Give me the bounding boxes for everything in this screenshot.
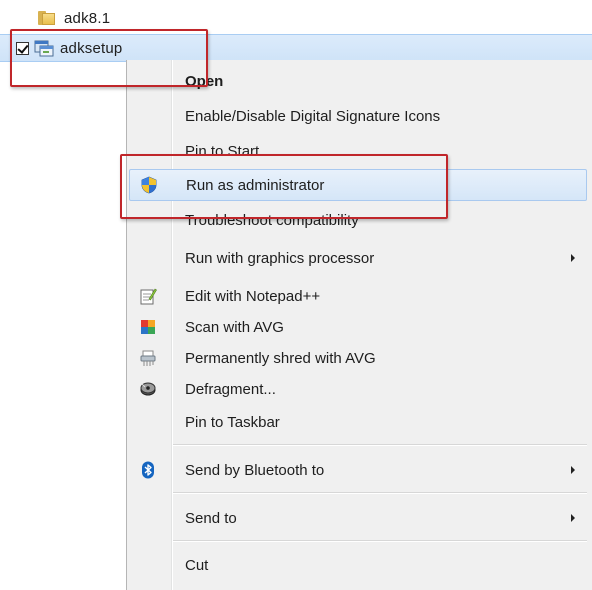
file-name: adk8.1 (64, 9, 111, 27)
menu-item-cut[interactable]: Cut (129, 549, 587, 581)
menu-item-troubleshoot-compatibility[interactable]: Troubleshoot compatibility (129, 204, 587, 236)
avg-icon (139, 318, 157, 336)
menu-item-scan-with-avg[interactable]: Scan with AVG (129, 311, 587, 343)
menu-item-label: Send by Bluetooth to (185, 461, 325, 479)
menu-item-run-with-graphics-processor[interactable]: Run with graphics processor (129, 242, 587, 274)
menu-item-permanently-shred-with-avg[interactable]: Permanently shred with AVG (129, 342, 587, 374)
menu-item-label: Defragment... (185, 380, 276, 398)
menu-item-send-to[interactable]: Send to (129, 502, 587, 534)
menu-item-label: Run as administrator (186, 176, 325, 194)
context-menu: Open Enable/Disable Digital Signature Ic… (126, 60, 592, 590)
notepad-plus-plus-icon (139, 287, 157, 305)
menu-item-digital-signature-icons[interactable]: Enable/Disable Digital Signature Icons (129, 100, 587, 132)
menu-item-label: Cut (185, 556, 209, 574)
file-name: adksetup (60, 39, 123, 57)
menu-item-pin-to-start[interactable]: Pin to Start (129, 135, 587, 167)
menu-item-label: Permanently shred with AVG (185, 349, 376, 367)
shredder-icon (139, 349, 157, 367)
file-item-adk81[interactable]: adk8.1 (38, 6, 238, 30)
defragment-icon (139, 380, 157, 398)
menu-item-label: Run with graphics processor (185, 249, 375, 267)
menu-item-open[interactable]: Open (129, 65, 587, 97)
menu-item-pin-to-taskbar[interactable]: Pin to Taskbar (129, 406, 587, 438)
menu-item-label: Send to (185, 509, 237, 527)
file-item-adksetup[interactable]: adksetup (0, 34, 592, 62)
menu-separator (173, 492, 587, 494)
menu-item-run-as-administrator[interactable]: Run as administrator (129, 169, 587, 201)
menu-item-label: Enable/Disable Digital Signature Icons (185, 107, 441, 125)
bluetooth-icon (139, 461, 157, 479)
menu-item-label: Open (185, 72, 224, 90)
menu-item-edit-with-notepad-plus-plus[interactable]: Edit with Notepad++ (129, 280, 587, 312)
submenu-arrow-icon (571, 514, 575, 522)
folder-icon (38, 11, 56, 25)
menu-separator (173, 540, 587, 542)
menu-separator (173, 444, 587, 446)
menu-item-label: Scan with AVG (185, 318, 284, 336)
menu-item-label: Pin to Taskbar (185, 413, 280, 431)
menu-item-label: Pin to Start (185, 142, 260, 160)
menu-item-label: Edit with Notepad++ (185, 287, 321, 305)
submenu-arrow-icon (571, 254, 575, 262)
selection-checkbox[interactable] (16, 41, 29, 55)
menu-item-label: Troubleshoot compatibility (185, 211, 359, 229)
setup-icon (34, 38, 54, 58)
menu-item-defragment[interactable]: Defragment... (129, 373, 587, 405)
submenu-arrow-icon (571, 466, 575, 474)
menu-item-send-by-bluetooth[interactable]: Send by Bluetooth to (129, 454, 587, 486)
uac-shield-icon (140, 176, 158, 194)
